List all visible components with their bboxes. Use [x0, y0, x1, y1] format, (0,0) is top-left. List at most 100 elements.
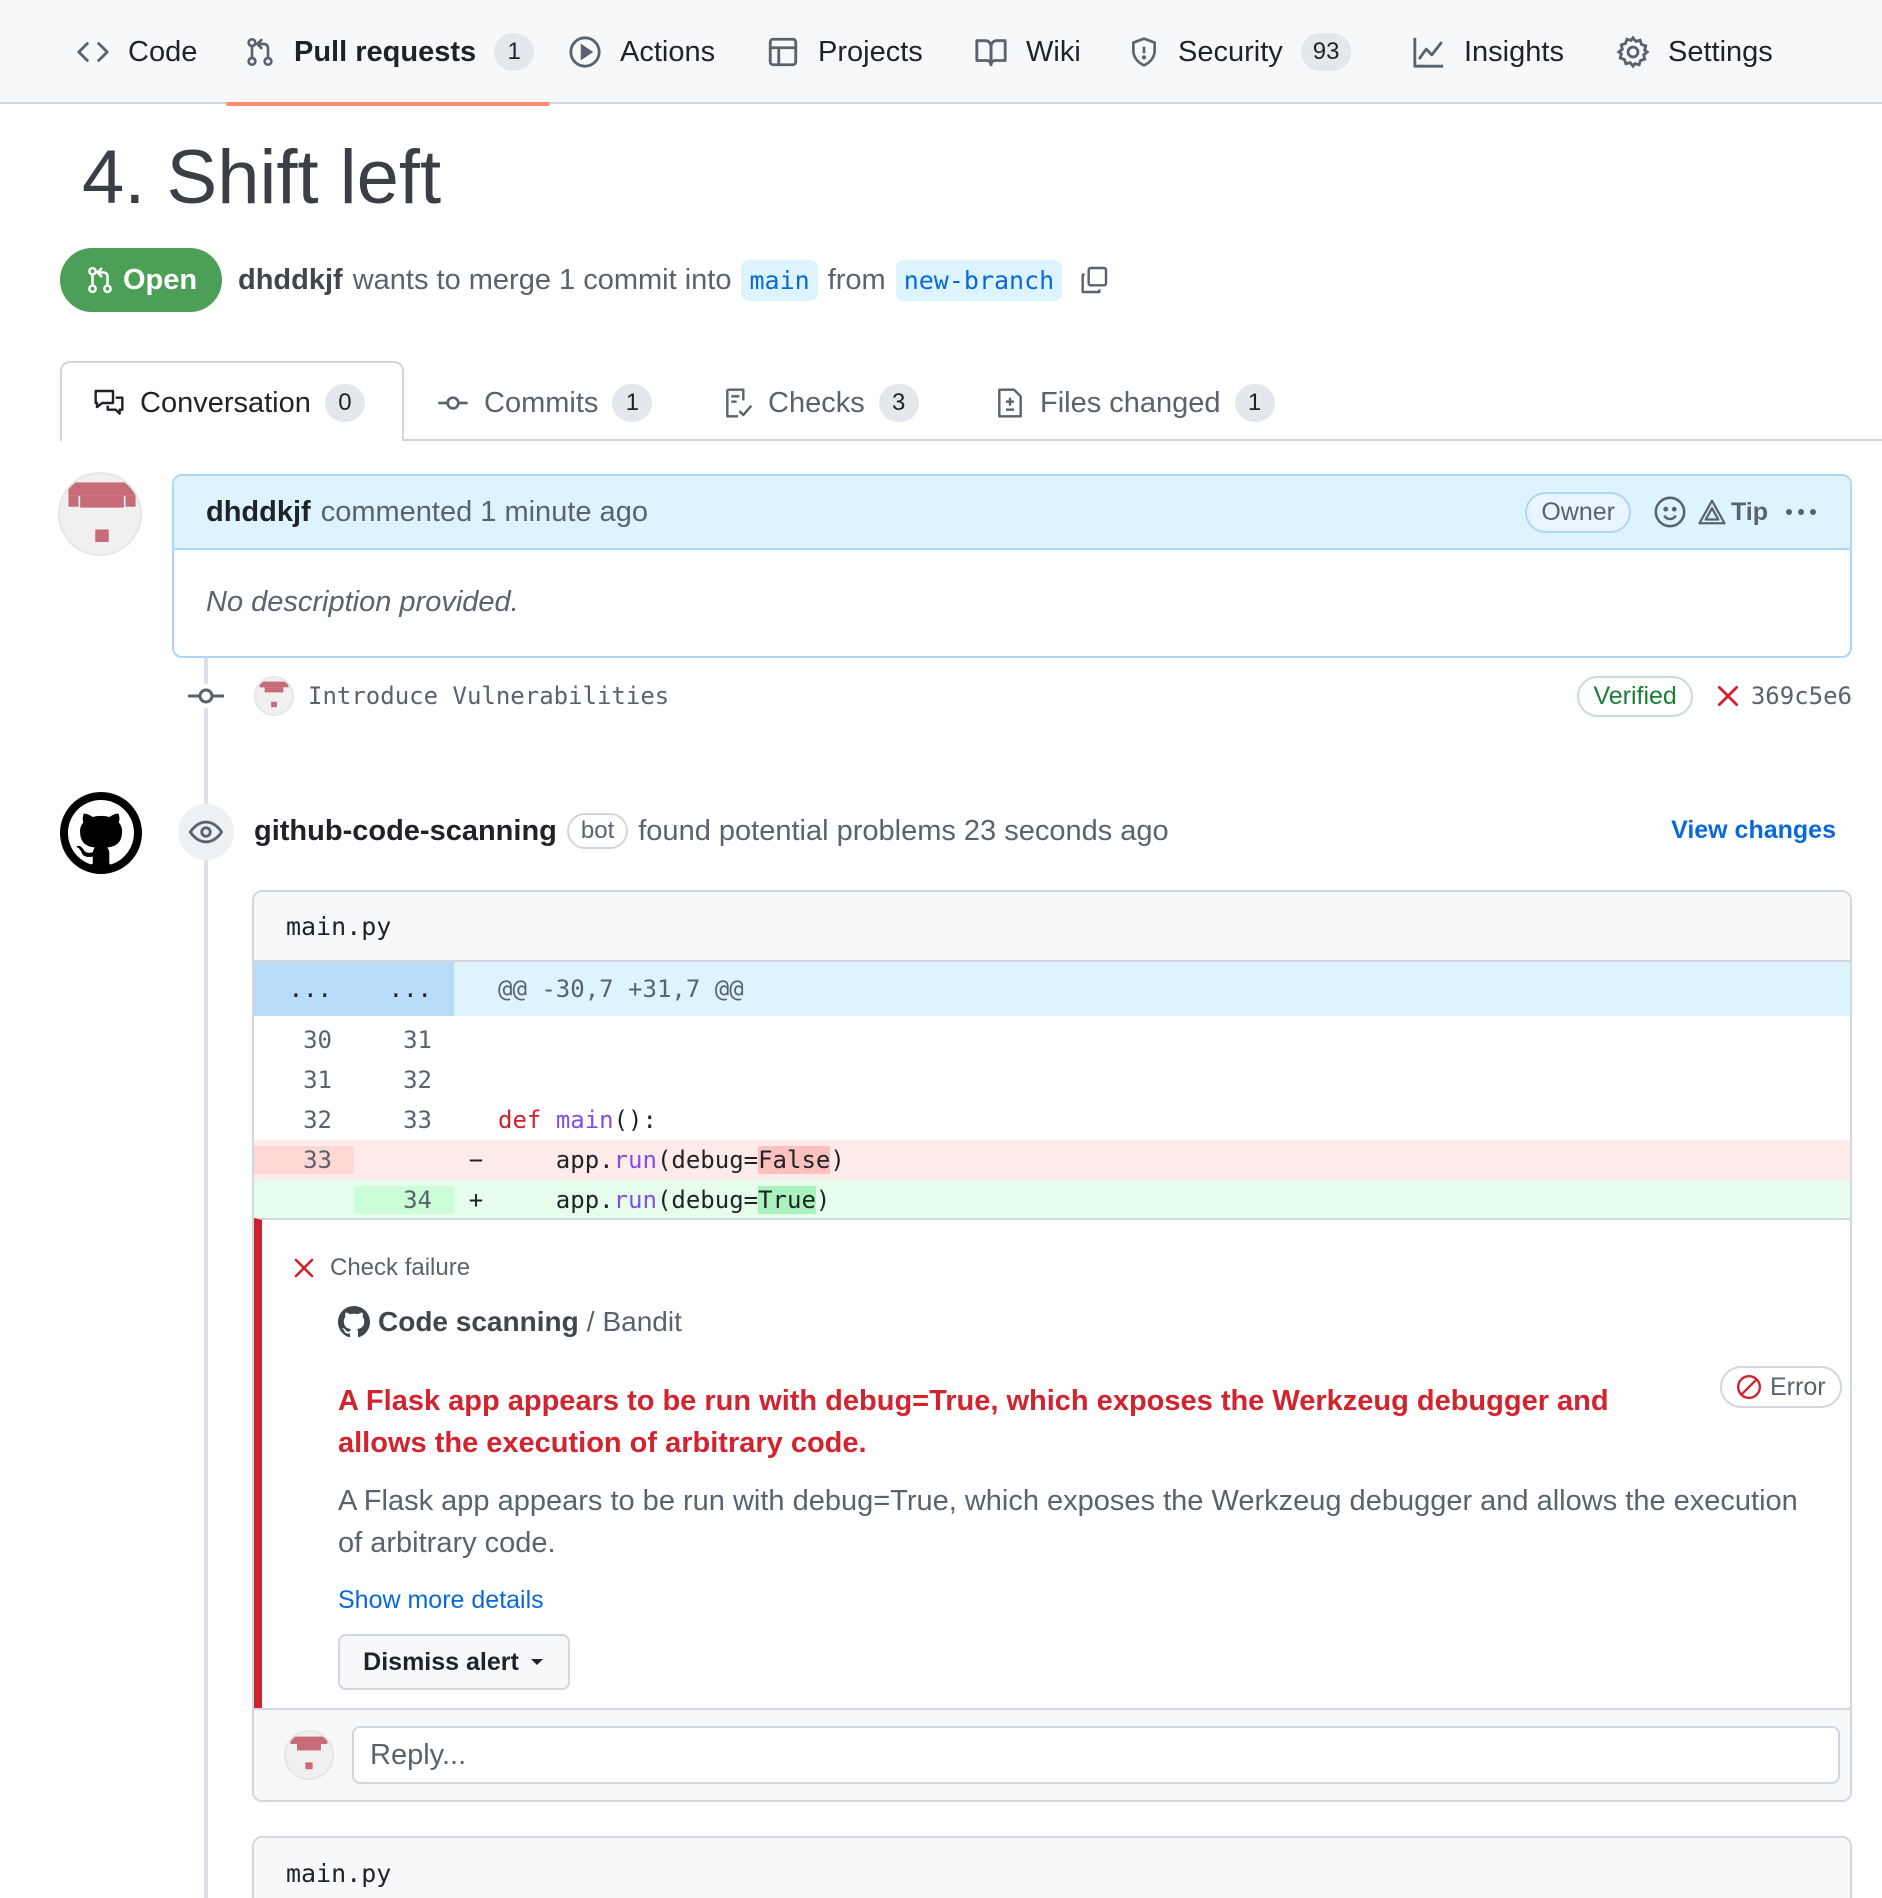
code-text: app.: [498, 1146, 614, 1174]
checklist-icon: [722, 386, 754, 420]
code-scanning-alert: Check failure Code scanning / Bandit A F…: [254, 1218, 1850, 1708]
nav-pull-requests[interactable]: Pull requests 1: [225, 0, 551, 106]
copy-icon[interactable]: [1078, 264, 1110, 296]
nav-insights[interactable]: Insights: [1412, 0, 1564, 104]
nav-projects-label: Projects: [818, 35, 923, 68]
nav-code-label: Code: [128, 35, 198, 68]
github-mark-icon: [338, 1306, 370, 1338]
code-highlight: True: [758, 1186, 816, 1214]
hunk-header: @@ -30,7 +31,7 @@: [498, 975, 744, 1003]
show-more-details-link[interactable]: Show more details: [338, 1586, 544, 1615]
deleted-line-row: 33 − app.run(debug=False): [254, 1140, 1850, 1180]
old-line-number[interactable]: 33: [254, 1146, 354, 1174]
tab-commits-label: Commits: [484, 386, 599, 419]
new-line-number[interactable]: 33: [354, 1106, 454, 1134]
commit-icon: [188, 684, 224, 708]
stop-icon: [1736, 1374, 1762, 1400]
file-name[interactable]: main.py: [254, 1838, 1850, 1898]
kebab-icon[interactable]: [1786, 509, 1816, 515]
nav-insights-label: Insights: [1464, 35, 1564, 68]
tip-label: Tip: [1730, 497, 1768, 526]
alert-tool-separator: /: [586, 1306, 595, 1337]
pull-request-icon: [244, 35, 276, 69]
comment-timestamp[interactable]: commented 1 minute ago: [321, 496, 648, 529]
code-line: app.run(debug=False): [498, 1146, 845, 1174]
pr-merge-text: wants to merge 1 commit into: [352, 263, 732, 296]
pr-author-link[interactable]: dhddkjf: [238, 264, 343, 297]
nav-pull-requests-label: Pull requests: [294, 35, 477, 68]
pull-request-icon: [85, 264, 115, 296]
code-text: ():: [613, 1106, 657, 1134]
commits-count: 1: [612, 384, 653, 422]
tip-button[interactable]: Tip: [1697, 497, 1768, 527]
comment-box: dhddkjf commented 1 minute ago Owner Tip…: [172, 474, 1852, 658]
nav-wiki-label: Wiki: [1026, 35, 1081, 68]
pr-meta: dhddkjf wants to merge 1 commit into mai…: [238, 254, 1110, 306]
avatar[interactable]: [58, 472, 142, 556]
code-function: run: [613, 1186, 657, 1214]
diff-row: 31 32: [254, 1060, 1850, 1100]
hunk-row: ... ... @@ -30,7 +31,7 @@: [254, 962, 1850, 1016]
diff-row: 32 33 def main():: [254, 1100, 1850, 1140]
commit-message-link[interactable]: Introduce Vulnerabilities: [308, 682, 669, 710]
alert-tool-name[interactable]: Code scanning: [378, 1306, 579, 1338]
old-line-number[interactable]: 32: [254, 1106, 354, 1134]
nav-security-label: Security: [1178, 35, 1283, 68]
new-line-number[interactable]: 34: [354, 1186, 454, 1214]
head-branch[interactable]: new-branch: [895, 259, 1063, 301]
tab-files-changed-label: Files changed: [1040, 386, 1221, 419]
file-diff-icon: [994, 386, 1026, 420]
new-line-number[interactable]: 31: [354, 1026, 454, 1054]
nav-code[interactable]: Code: [76, 0, 197, 104]
new-line-number[interactable]: 32: [354, 1066, 454, 1094]
review-author-link[interactable]: github-code-scanning: [254, 815, 557, 848]
github-logo-avatar[interactable]: [60, 792, 142, 874]
code-keyword: def: [498, 1106, 542, 1134]
old-line-number[interactable]: 30: [254, 1026, 354, 1054]
x-icon[interactable]: [1715, 683, 1741, 709]
tab-conversation[interactable]: Conversation 0: [92, 373, 365, 433]
code-icon: [76, 35, 110, 69]
dismiss-alert-button[interactable]: Dismiss alert: [338, 1634, 570, 1690]
nav-projects[interactable]: Projects: [766, 0, 923, 104]
avatar: [284, 1730, 334, 1780]
smiley-icon[interactable]: [1653, 495, 1687, 529]
tab-checks[interactable]: Checks 3: [722, 373, 919, 433]
avatar[interactable]: [254, 676, 294, 716]
triangle-down-icon: [529, 1657, 545, 1667]
comment-discussion-icon: [92, 387, 126, 419]
tab-files-changed[interactable]: Files changed 1: [994, 373, 1275, 433]
commit-icon: [436, 387, 470, 419]
nav-security[interactable]: Security 93: [1128, 0, 1352, 104]
review-timestamp[interactable]: found potential problems 23 seconds ago: [638, 815, 1168, 848]
nav-actions-label: Actions: [620, 35, 716, 68]
nav-settings[interactable]: Settings: [1616, 0, 1773, 104]
old-line-number[interactable]: 31: [254, 1066, 354, 1094]
expand-down-button[interactable]: ...: [354, 962, 454, 1016]
alert-tool: Code scanning / Bandit: [338, 1306, 682, 1338]
book-icon: [974, 35, 1008, 69]
verified-badge[interactable]: Verified: [1577, 675, 1693, 717]
pr-title: 4. Shift left: [82, 135, 442, 220]
file-name[interactable]: main.py: [254, 892, 1850, 962]
pr-state-badge: Open: [60, 248, 222, 312]
view-changes-link[interactable]: View changes: [1671, 816, 1836, 845]
nav-wiki[interactable]: Wiki: [974, 0, 1081, 104]
nav-actions[interactable]: Actions: [568, 0, 715, 104]
alert-title[interactable]: A Flask app appears to be run with debug…: [338, 1380, 1668, 1464]
check-status-label: Check failure: [330, 1254, 471, 1281]
eye-icon: [178, 804, 234, 860]
base-branch[interactable]: main: [741, 259, 818, 301]
comment-author-link[interactable]: dhddkjf: [206, 496, 311, 529]
security-count: 93: [1300, 33, 1352, 71]
severity-label: Error: [1770, 1372, 1826, 1401]
review-thread: main.py ... ... @@ -30,7 +31,7 @@ 30 31 …: [252, 890, 1852, 1802]
review-thread-2: main.py: [252, 1836, 1852, 1898]
reply-input[interactable]: Reply...: [352, 1726, 1840, 1784]
commit-sha-link[interactable]: 369c5e6: [1751, 682, 1852, 710]
pull-requests-count: 1: [494, 33, 535, 71]
table-icon: [766, 35, 800, 69]
tab-commits[interactable]: Commits 1: [436, 373, 653, 433]
comment-body: No description provided.: [206, 586, 519, 618]
expand-up-button[interactable]: ...: [254, 962, 354, 1016]
